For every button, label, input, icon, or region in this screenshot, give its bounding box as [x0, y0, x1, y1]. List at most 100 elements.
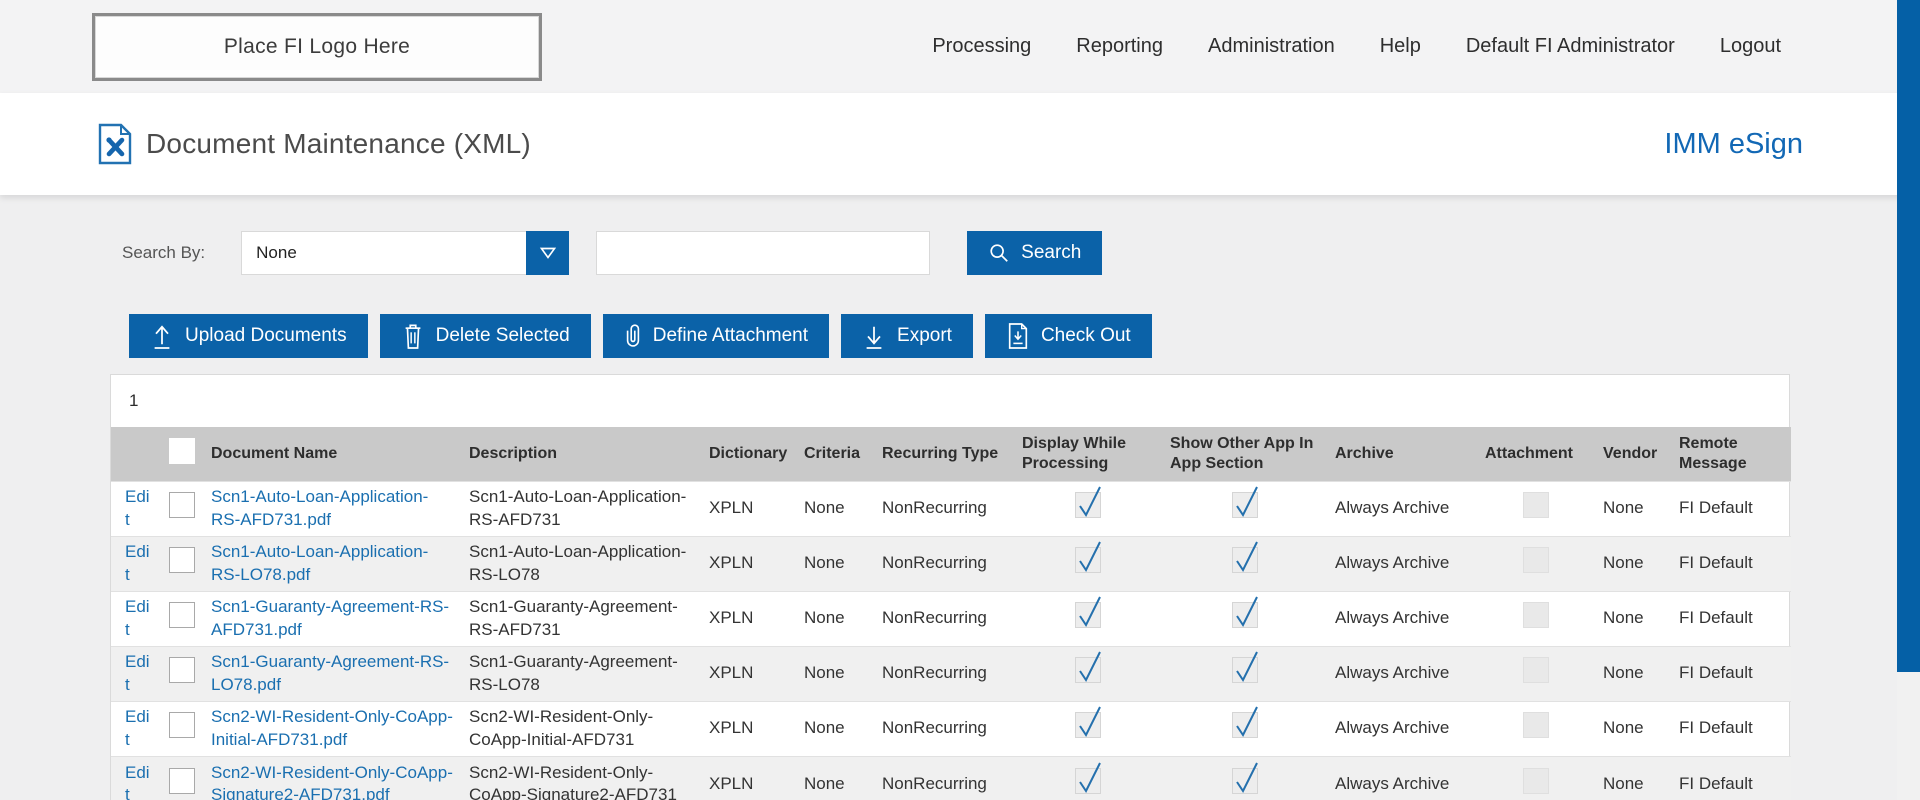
- recurring-type-cell: NonRecurring: [874, 591, 1014, 646]
- archive-cell: Always Archive: [1327, 646, 1477, 701]
- define-attachment-button[interactable]: Define Attachment: [603, 314, 829, 358]
- search-row: Search By: None Search: [122, 231, 1920, 275]
- export-button[interactable]: Export: [841, 314, 973, 358]
- dictionary-cell: XPLN: [701, 756, 796, 800]
- remote-message-cell: FI Default: [1671, 481, 1791, 536]
- archive-cell: Always Archive: [1327, 701, 1477, 756]
- brand-logo-text: IMM eSign: [1664, 128, 1803, 161]
- nav-item-reporting[interactable]: Reporting: [1076, 35, 1163, 58]
- description-cell: Scn2-WI-Resident-Only-CoApp-Initial-AFD7…: [461, 701, 701, 756]
- select-all-checkbox[interactable]: [169, 438, 195, 464]
- col-recurring-type: Recurring Type: [874, 427, 1014, 481]
- checkmark-icon: [1074, 645, 1104, 683]
- archive-cell: Always Archive: [1327, 591, 1477, 646]
- display-while-processing-checkbox[interactable]: [1075, 602, 1101, 628]
- search-by-dropdown[interactable]: None: [241, 231, 569, 275]
- criteria-cell: None: [796, 756, 874, 800]
- document-name-link[interactable]: Scn1-Auto-Loan-Application-RS-AFD731.pdf: [211, 487, 428, 528]
- checkmark-icon: [1231, 645, 1261, 683]
- dictionary-cell: XPLN: [701, 701, 796, 756]
- upload-documents-button[interactable]: Upload Documents: [129, 314, 368, 358]
- page-number[interactable]: 1: [129, 391, 138, 411]
- criteria-cell: None: [796, 646, 874, 701]
- row-checkbox[interactable]: [169, 657, 195, 683]
- archive-cell: Always Archive: [1327, 536, 1477, 591]
- top-header: Place FI Logo Here Processing Reporting …: [0, 0, 1920, 93]
- remote-message-cell: FI Default: [1671, 536, 1791, 591]
- search-by-selected-value: None: [242, 243, 297, 263]
- document-name-link[interactable]: Scn1-Guaranty-Agreement-RS-AFD731.pdf: [211, 597, 449, 638]
- upload-icon: [150, 322, 174, 350]
- check-out-label: Check Out: [1041, 325, 1131, 347]
- criteria-cell: None: [796, 536, 874, 591]
- document-name-link[interactable]: Scn2-WI-Resident-Only-CoApp-Initial-AFD7…: [211, 707, 453, 748]
- edit-link[interactable]: Edit: [125, 597, 150, 638]
- nav-item-logout[interactable]: Logout: [1720, 35, 1781, 58]
- row-checkbox[interactable]: [169, 768, 195, 794]
- edit-link[interactable]: Edit: [125, 542, 150, 583]
- header-select-all-cell: [161, 427, 203, 481]
- remote-message-cell: FI Default: [1671, 591, 1791, 646]
- show-other-app-checkbox[interactable]: [1232, 712, 1258, 738]
- edit-link[interactable]: Edit: [125, 487, 150, 528]
- checkmark-icon: [1074, 535, 1104, 573]
- col-description: Description: [461, 427, 701, 481]
- display-while-processing-checkbox[interactable]: [1075, 768, 1101, 794]
- description-cell: Scn1-Auto-Loan-Application-RS-LO78: [461, 536, 701, 591]
- show-other-app-checkbox[interactable]: [1232, 657, 1258, 683]
- export-label: Export: [897, 325, 952, 347]
- nav-item-help[interactable]: Help: [1380, 35, 1421, 58]
- attachment-checkbox: [1523, 602, 1549, 628]
- checkmark-icon: [1074, 700, 1104, 738]
- document-name-link[interactable]: Scn2-WI-Resident-Only-CoApp-Signature2-A…: [211, 763, 453, 800]
- display-while-processing-checkbox[interactable]: [1075, 657, 1101, 683]
- display-while-processing-checkbox[interactable]: [1075, 492, 1101, 518]
- show-other-app-checkbox[interactable]: [1232, 547, 1258, 573]
- col-remote-message: Remote Message: [1671, 427, 1791, 481]
- toolbar: Upload Documents Delete Selected Define …: [129, 314, 1920, 358]
- vendor-cell: None: [1595, 646, 1671, 701]
- delete-selected-label: Delete Selected: [436, 325, 570, 347]
- remote-message-cell: FI Default: [1671, 646, 1791, 701]
- paperclip-icon: [624, 322, 642, 350]
- display-while-processing-checkbox[interactable]: [1075, 712, 1101, 738]
- col-display-while-processing: Display While Processing: [1014, 427, 1162, 481]
- table-row: Edit Scn1-Auto-Loan-Application-RS-AFD73…: [111, 481, 1791, 536]
- nav-item-current-user[interactable]: Default FI Administrator: [1466, 35, 1675, 58]
- row-checkbox[interactable]: [169, 547, 195, 573]
- document-name-link[interactable]: Scn1-Guaranty-Agreement-RS-LO78.pdf: [211, 652, 449, 693]
- show-other-app-checkbox[interactable]: [1232, 492, 1258, 518]
- document-name-link[interactable]: Scn1-Auto-Loan-Application-RS-LO78.pdf: [211, 542, 428, 583]
- nav-item-processing[interactable]: Processing: [932, 35, 1031, 58]
- search-button-label: Search: [1021, 242, 1081, 264]
- delete-selected-button[interactable]: Delete Selected: [380, 314, 591, 358]
- vendor-cell: None: [1595, 701, 1671, 756]
- show-other-app-checkbox[interactable]: [1232, 602, 1258, 628]
- upload-documents-label: Upload Documents: [185, 325, 347, 347]
- dropdown-arrow-button[interactable]: [526, 231, 569, 275]
- col-show-other-app: Show Other App In App Section: [1162, 427, 1327, 481]
- checkmark-icon: [1231, 480, 1261, 518]
- edit-link[interactable]: Edit: [125, 707, 150, 748]
- checkmark-icon: [1074, 756, 1104, 794]
- search-button[interactable]: Search: [967, 231, 1102, 275]
- show-other-app-checkbox[interactable]: [1232, 768, 1258, 794]
- search-input[interactable]: [596, 231, 930, 275]
- vertical-scrollbar[interactable]: [1897, 0, 1920, 800]
- edit-link[interactable]: Edit: [125, 652, 150, 693]
- vendor-cell: None: [1595, 536, 1671, 591]
- edit-link[interactable]: Edit: [125, 763, 150, 800]
- row-checkbox[interactable]: [169, 602, 195, 628]
- row-checkbox[interactable]: [169, 492, 195, 518]
- recurring-type-cell: NonRecurring: [874, 481, 1014, 536]
- checkmark-icon: [1231, 590, 1261, 628]
- display-while-processing-checkbox[interactable]: [1075, 547, 1101, 573]
- criteria-cell: None: [796, 591, 874, 646]
- col-criteria: Criteria: [796, 427, 874, 481]
- row-checkbox[interactable]: [169, 712, 195, 738]
- checkmark-icon: [1074, 480, 1104, 518]
- nav-item-administration[interactable]: Administration: [1208, 35, 1335, 58]
- scrollbar-thumb[interactable]: [1897, 0, 1920, 672]
- col-dictionary: Dictionary: [701, 427, 796, 481]
- check-out-button[interactable]: Check Out: [985, 314, 1152, 358]
